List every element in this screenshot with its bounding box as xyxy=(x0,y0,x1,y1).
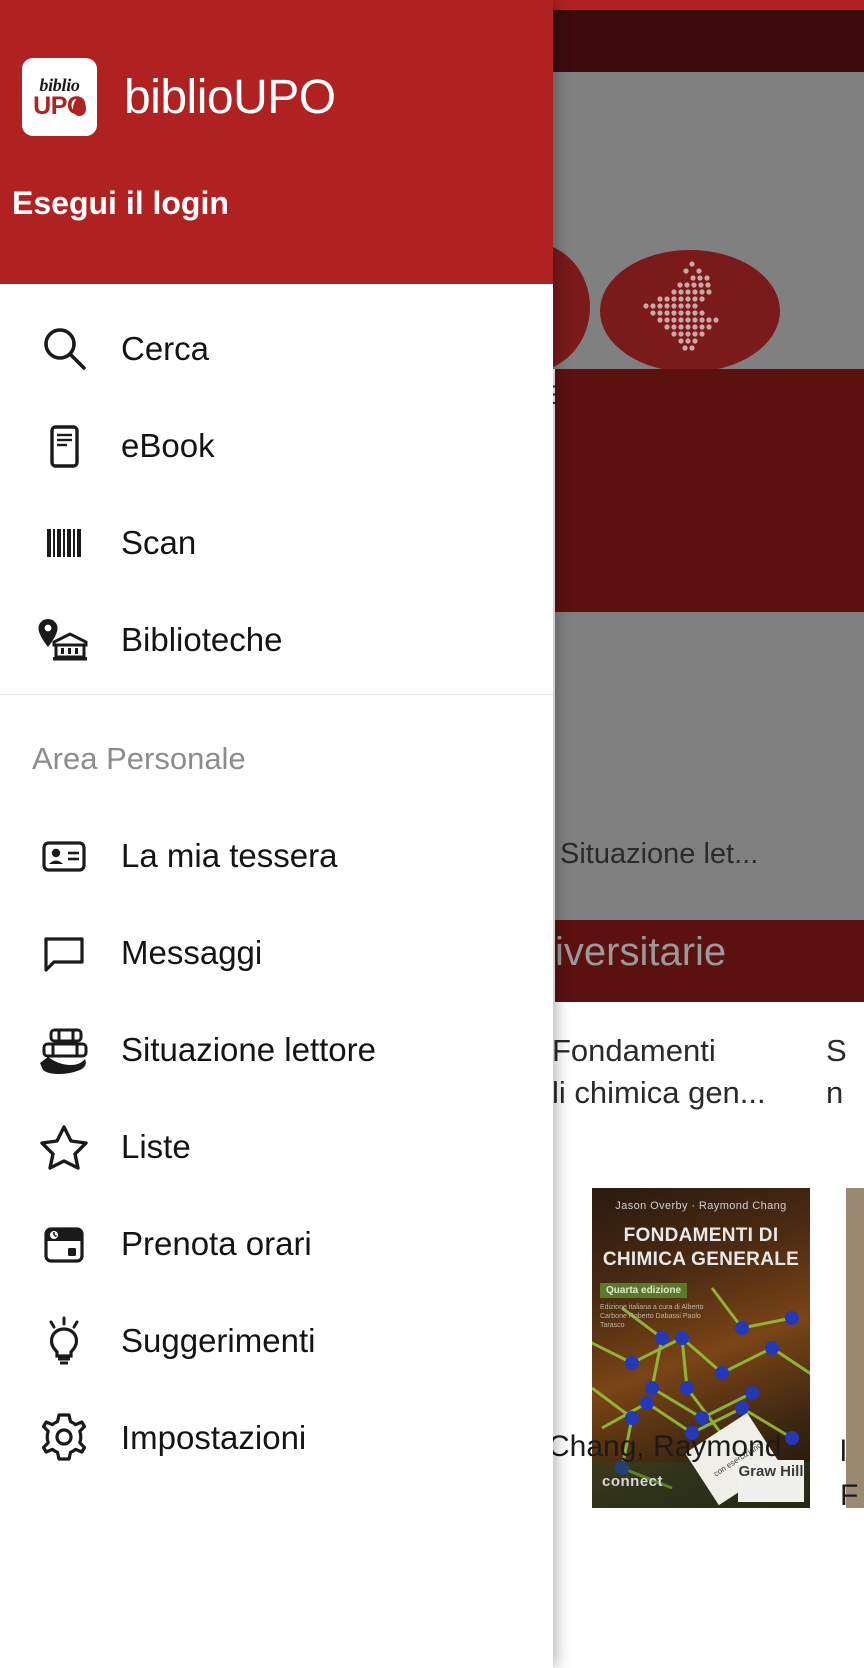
menu-item-biblioteche-label: Biblioteche xyxy=(121,620,283,658)
menu-item-la-mia-tessera[interactable]: La mia tessera xyxy=(0,807,553,904)
menu-item-biblioteche[interactable]: Biblioteche xyxy=(0,591,553,688)
menu-item-suggerimenti-label: Suggerimenti xyxy=(121,1321,316,1359)
speech-bubble-icon xyxy=(32,924,96,982)
menu-item-situazione-lettore[interactable]: Situazione lettore xyxy=(0,1001,553,1098)
app-title: biblioUPO xyxy=(124,70,336,124)
university-logo-icon xyxy=(600,250,780,372)
menu-item-impostazioni[interactable]: Impostazioni xyxy=(0,1389,553,1486)
library-location-icon xyxy=(32,611,96,669)
background-book-author2-line1: l xyxy=(840,1435,847,1468)
cover-connect-label: connect xyxy=(602,1473,664,1490)
lightbulb-icon xyxy=(32,1312,96,1370)
menu-item-cerca[interactable]: Cerca xyxy=(0,300,553,397)
barcode-icon xyxy=(32,514,96,572)
login-link[interactable]: Esegui il login xyxy=(12,185,229,222)
menu-item-cerca-label: Cerca xyxy=(121,329,210,367)
background-book-title2-line1: S xyxy=(826,1033,847,1068)
menu-item-prenota-orari-label: Prenota orari xyxy=(121,1224,312,1262)
id-card-icon xyxy=(32,827,96,885)
menu-item-situazione-lettore-label: Situazione lettore xyxy=(121,1030,376,1068)
menu-item-impostazioni-label: Impostazioni xyxy=(121,1418,307,1456)
cover-authors: Jason Overby · Raymond Chang xyxy=(615,1200,787,1212)
menu-item-suggerimenti[interactable]: Suggerimenti xyxy=(0,1292,553,1389)
background-book-author-secondary: l F xyxy=(840,1430,864,1518)
background-tile-situazione[interactable] xyxy=(555,612,864,922)
logo-biblio-text: biblio xyxy=(39,74,80,95)
background-book-title-line2: li chimica gen... xyxy=(552,1075,766,1110)
drawer-header: biblio UPO biblioUPO Esegui il login xyxy=(0,0,553,284)
background-book-title2-line2: n xyxy=(826,1075,844,1110)
cover-edition-badge: Quarta edizione xyxy=(600,1283,688,1298)
drawer-section-title: Area Personale xyxy=(32,741,246,776)
menu-item-liste-label: Liste xyxy=(121,1127,191,1165)
menu-item-scan[interactable]: Scan xyxy=(0,494,553,591)
star-icon xyxy=(32,1118,96,1176)
flame-icon xyxy=(72,98,86,116)
background-section-banner-text: iversitarie xyxy=(555,930,727,974)
background-book-title-line1: Fondamenti xyxy=(552,1033,716,1068)
search-icon xyxy=(32,320,96,378)
background-book-title-secondary: S n xyxy=(826,1030,864,1114)
gear-icon xyxy=(32,1409,96,1467)
drawer-primary-menu: Cerca eBook Scan Biblioteche xyxy=(0,284,553,688)
menu-item-messaggi[interactable]: Messaggi xyxy=(0,904,553,1001)
menu-item-scan-label: Scan xyxy=(121,523,197,561)
menu-item-prenota-orari[interactable]: Prenota orari xyxy=(0,1195,553,1292)
menu-item-liste[interactable]: Liste xyxy=(0,1098,553,1195)
app-logo-icon: biblio UPO xyxy=(22,58,97,136)
cover-subtitle: Edizione italiana a cura di Alberto Carb… xyxy=(600,1304,704,1329)
menu-item-ebook-label: eBook xyxy=(121,426,215,464)
dotted-map-icon xyxy=(643,261,719,351)
drawer-personal-menu: La mia tessera Messaggi Situazione letto… xyxy=(0,807,553,1486)
background-tile-messaggi[interactable] xyxy=(555,369,864,612)
brand-row: biblio UPO biblioUPO xyxy=(22,58,336,136)
background-tile-situazione-label: Situazione let... xyxy=(560,838,759,870)
logo-upo-text: UPO xyxy=(33,93,86,119)
app-screen: DI ATENEO Situazione let... iversitarie xyxy=(0,0,864,1668)
background-book-title: Fondamenti li chimica gen... xyxy=(552,1030,812,1114)
books-in-hand-icon xyxy=(32,1021,96,1079)
navigation-drawer: biblio UPO biblioUPO Esegui il login Cer… xyxy=(0,0,553,1668)
cover-publisher-logo: Graw Hill xyxy=(738,1460,804,1502)
menu-item-ebook[interactable]: eBook xyxy=(0,397,553,494)
cover-title: FONDAMENTI DI CHIMICA GENERALE xyxy=(602,1225,800,1270)
menu-item-messaggi-label: Messaggi xyxy=(121,933,263,971)
menu-item-la-mia-tessera-label: La mia tessera xyxy=(121,836,338,874)
background-book-author: Chang, Raymond xyxy=(548,1430,782,1463)
calendar-clock-icon xyxy=(32,1215,96,1273)
ebook-icon xyxy=(32,417,96,475)
background-book-author2-line2: F xyxy=(840,1479,859,1512)
